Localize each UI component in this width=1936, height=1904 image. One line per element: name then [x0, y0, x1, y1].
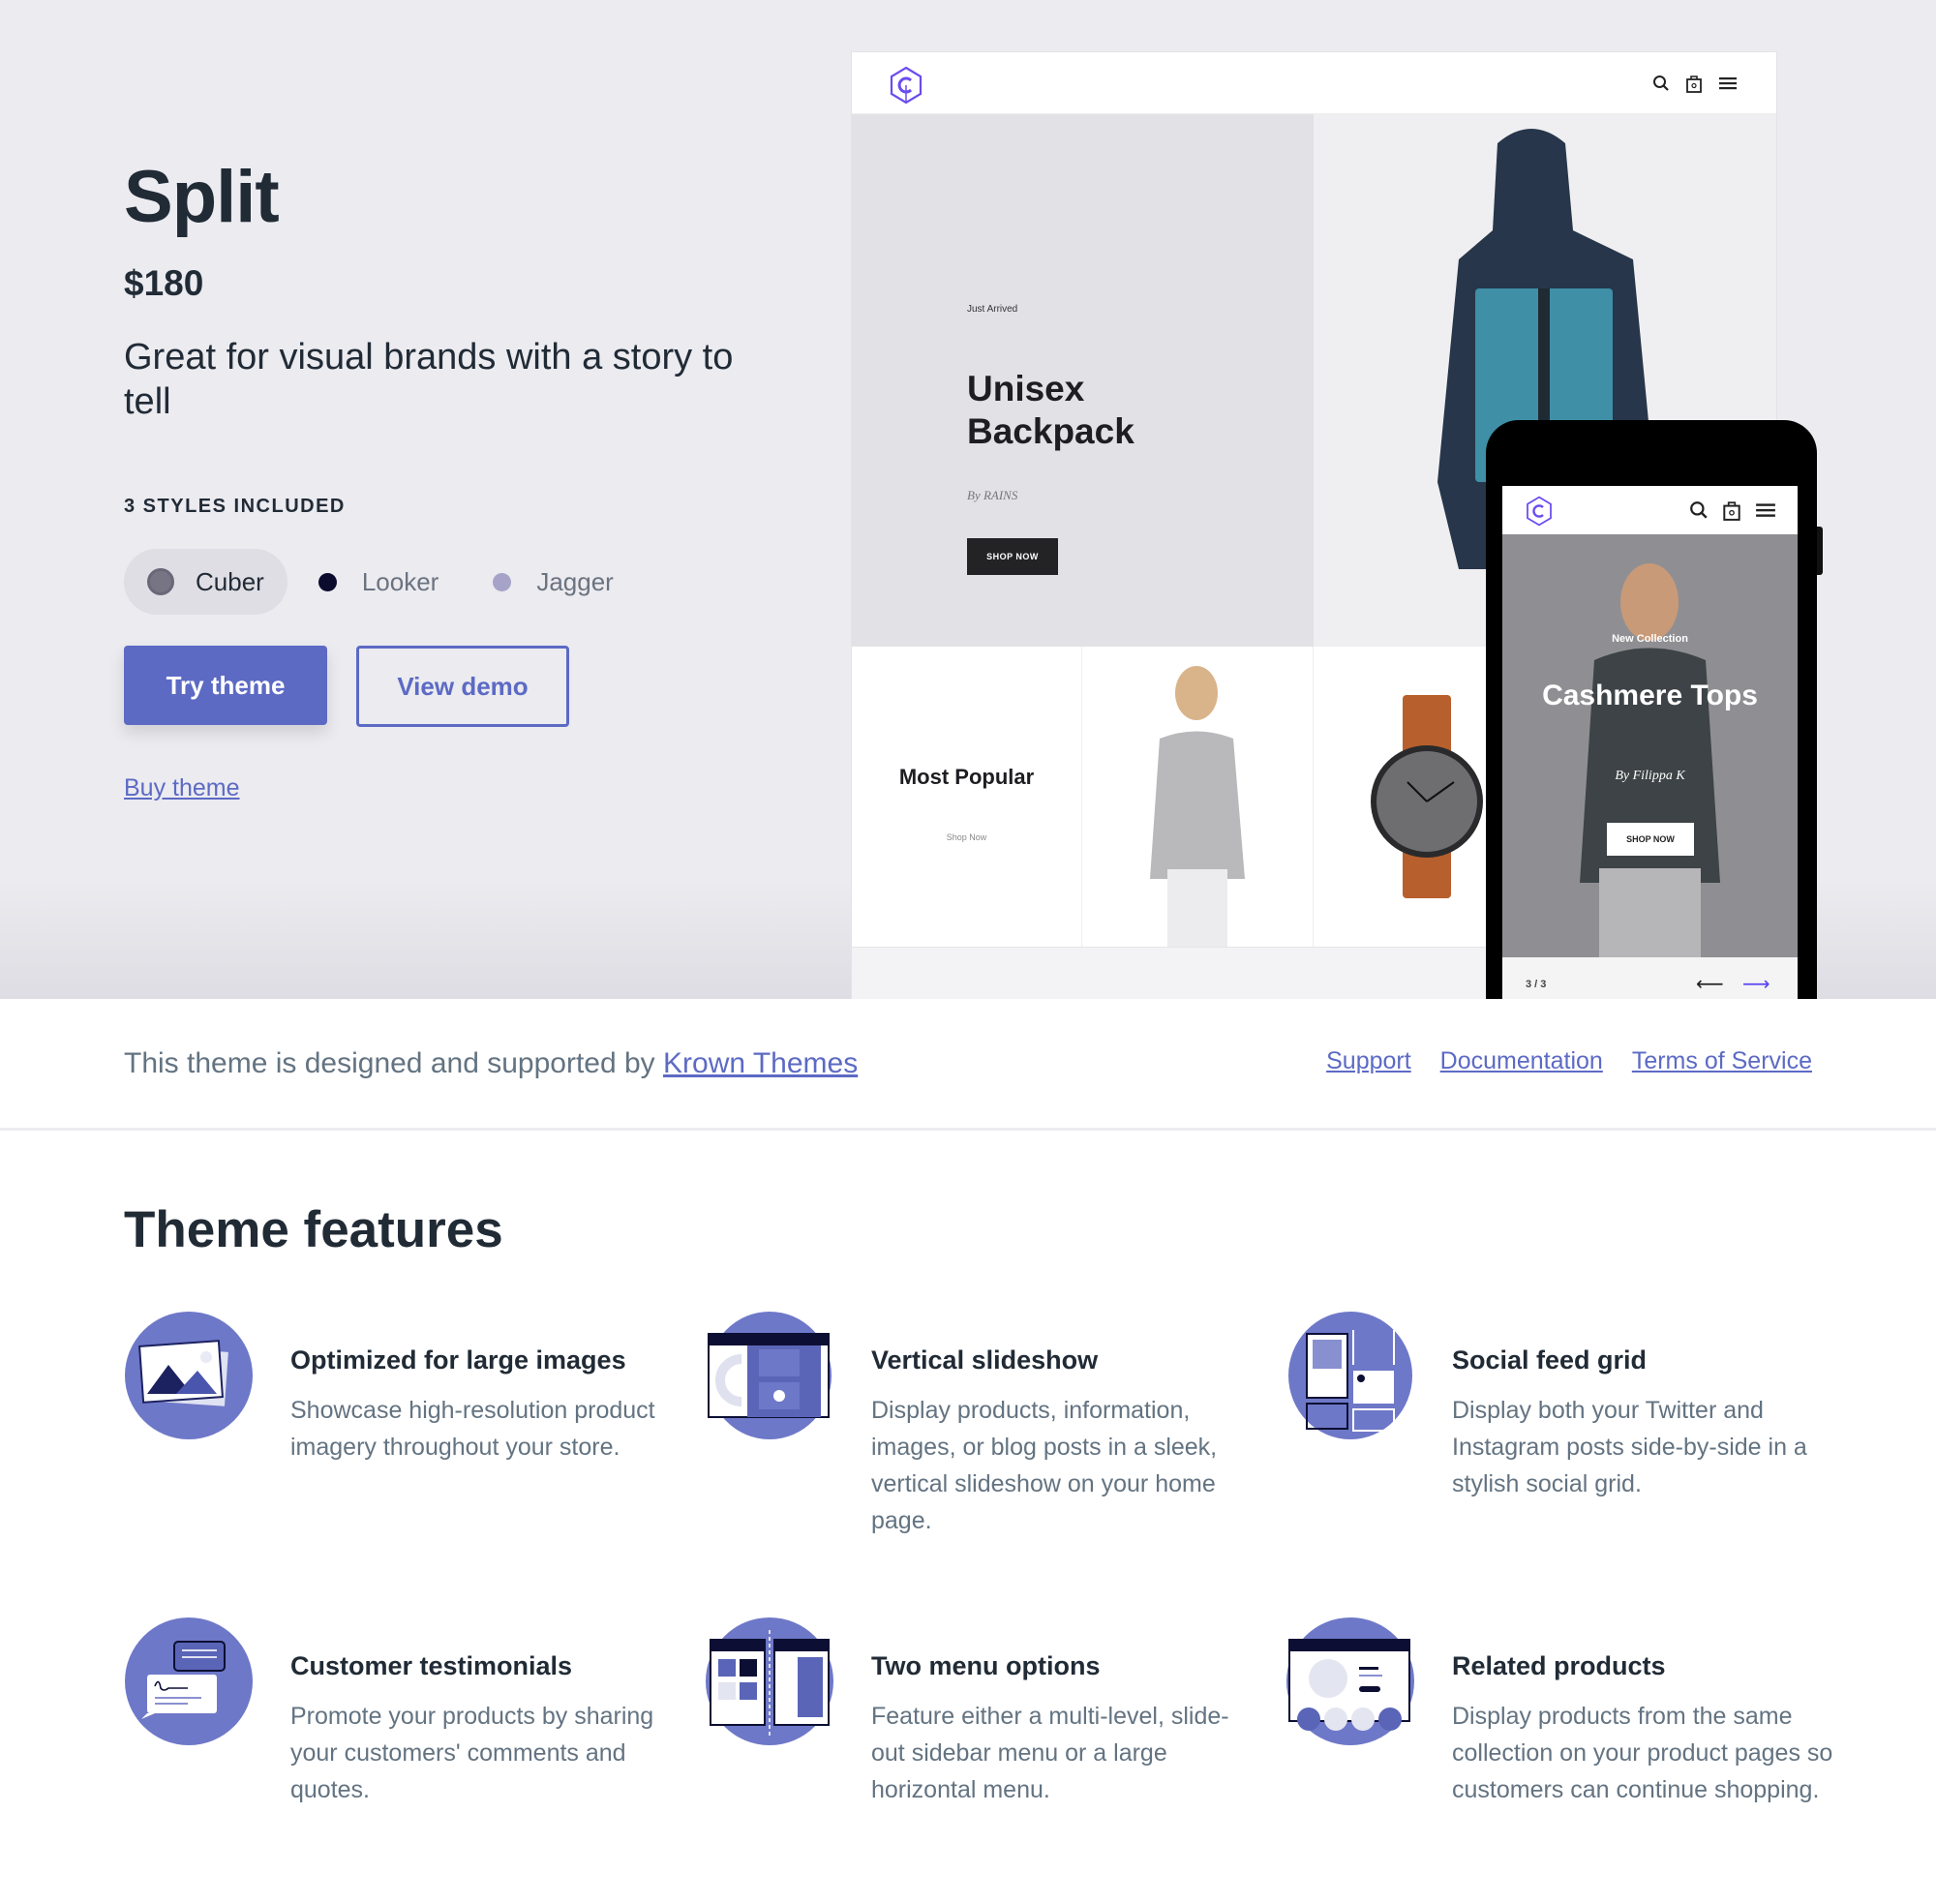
designer-link[interactable]: Krown Themes: [663, 1047, 858, 1079]
feature-item: Two menu options Feature either a multi-…: [705, 1617, 1247, 1849]
related-products-icon: [1286, 1617, 1414, 1745]
action-buttons: Try theme View demo: [124, 646, 569, 727]
feature-item: Optimized for large images Showcase high…: [124, 1311, 666, 1543]
store-logo-icon: [890, 66, 923, 105]
style-label: Cuber: [196, 566, 264, 596]
sweater-model-image: [1150, 666, 1245, 947]
support-link[interactable]: Support: [1326, 1047, 1411, 1075]
feature-description: Display both your Twitter and Instagram …: [1452, 1397, 1807, 1497]
menu-icon: [1719, 77, 1737, 90]
preview-shop-now-button[interactable]: SHOP NOW: [967, 538, 1058, 575]
mobile-eyebrow: New Collection: [1612, 633, 1688, 645]
preview-header-icons: [1652, 74, 1738, 93]
feature-title: Customer testimonials: [290, 1651, 573, 1680]
feature-item: Customer testimonials Promote your produ…: [124, 1617, 666, 1849]
feature-description: Promote your products by sharing your cu…: [290, 1703, 654, 1803]
mobile-slide-controls: 3 / 3 ⟵ ⟶: [1502, 957, 1798, 999]
slide-counter: 3 / 3: [1526, 979, 1547, 990]
mobile-preview: New Collection Cashmere Tops By Filippa …: [1486, 420, 1823, 999]
mobile-header-icons: [1689, 499, 1776, 521]
feature-title: Optimized for large images: [290, 1345, 626, 1375]
feature-description: Feature either a multi-level, slide-out …: [871, 1703, 1229, 1803]
feature-title: Vertical slideshow: [871, 1345, 1099, 1375]
mobile-screen: New Collection Cashmere Tops By Filippa …: [1502, 486, 1798, 999]
mobile-hero-byline: By Filippa K: [1615, 769, 1685, 783]
preview-eyebrow: Just Arrived: [967, 304, 1018, 315]
menu-icon: [1756, 503, 1775, 517]
terms-of-service-link[interactable]: Terms of Service: [1632, 1047, 1812, 1075]
styles-heading: 3 STYLES INCLUDED: [124, 496, 346, 517]
feature-description: Display products from the same collectio…: [1452, 1703, 1833, 1803]
view-demo-button[interactable]: View demo: [356, 646, 569, 727]
preview-hero-text-panel: Just Arrived Unisex Backpack By RAINS SH…: [852, 114, 1314, 647]
style-selector: Cuber Looker Jagger: [124, 549, 637, 615]
try-theme-button[interactable]: Try theme: [124, 646, 327, 725]
feature-description: Display products, information, images, o…: [871, 1397, 1218, 1534]
feature-item: Vertical slideshow Display products, inf…: [705, 1311, 1247, 1543]
support-links: Support Documentation Terms of Service: [1326, 1047, 1812, 1075]
features-heading: Theme features: [124, 1201, 503, 1258]
bag-icon: [1723, 501, 1740, 521]
credit-text: This theme is designed and supported by …: [124, 1047, 858, 1080]
theme-title: Split: [124, 156, 280, 238]
search-icon: [1653, 76, 1669, 91]
feature-description: Showcase high-resolution product imagery…: [290, 1397, 655, 1461]
style-option-looker[interactable]: Looker: [295, 549, 463, 615]
preview-hero-byline: By RAINS: [967, 488, 1018, 502]
feature-title: Social feed grid: [1452, 1345, 1648, 1375]
bag-icon: [1686, 76, 1702, 93]
style-option-jagger[interactable]: Jagger: [469, 549, 637, 615]
mobile-hero-title: Cashmere Tops: [1542, 680, 1758, 711]
product-tile-sweater[interactable]: [1082, 647, 1314, 947]
theme-hero: Split $180 Great for visual brands with …: [0, 0, 1936, 999]
theme-price: $180: [124, 263, 204, 303]
feature-title: Related products: [1452, 1651, 1666, 1680]
tile-title: Most Popular: [898, 765, 1035, 789]
feature-item: Related products Display products from t…: [1286, 1617, 1832, 1849]
theme-tagline: Great for visual brands with a story to …: [124, 337, 734, 422]
most-popular-tile[interactable]: Most Popular Shop Now: [852, 647, 1082, 947]
style-label: Looker: [361, 566, 439, 596]
slideshow-icon: [708, 1312, 832, 1439]
color-swatch-icon: [493, 572, 512, 591]
image-icon: [125, 1312, 253, 1439]
testimonial-icon: [125, 1617, 253, 1745]
arrow-left-icon[interactable]: ⟵: [1696, 975, 1724, 994]
store-logo-icon: [1527, 496, 1552, 527]
arrow-right-icon[interactable]: ⟶: [1742, 975, 1770, 994]
credit-prefix: This theme is designed and supported by: [124, 1047, 664, 1079]
documentation-link[interactable]: Documentation: [1440, 1047, 1603, 1075]
phone-side-button: [1817, 527, 1823, 575]
color-swatch-icon: [147, 568, 174, 595]
preview-header: [852, 52, 1776, 114]
cashmere-model-image: [1502, 534, 1798, 957]
color-swatch-icon: [318, 572, 337, 591]
mobile-hero: New Collection Cashmere Tops By Filippa …: [1502, 534, 1798, 957]
buy-theme-link[interactable]: Buy theme: [124, 774, 240, 802]
tile-shop-link[interactable]: Shop Now: [852, 832, 1081, 842]
style-option-cuber[interactable]: Cuber: [124, 549, 287, 615]
preview-hero-title: Unisex Backpack: [967, 369, 1134, 451]
social-grid-icon: [1288, 1312, 1412, 1439]
designer-credit-bar: This theme is designed and supported by …: [0, 999, 1936, 1131]
mobile-header: [1502, 486, 1798, 534]
feature-item: Social feed grid Display both your Twitt…: [1286, 1311, 1828, 1543]
search-icon: [1690, 501, 1708, 519]
feature-title: Two menu options: [871, 1651, 1101, 1680]
style-label: Jagger: [536, 566, 614, 596]
mobile-shop-now-button[interactable]: SHOP NOW: [1607, 823, 1694, 856]
menu-options-icon: [706, 1617, 833, 1745]
